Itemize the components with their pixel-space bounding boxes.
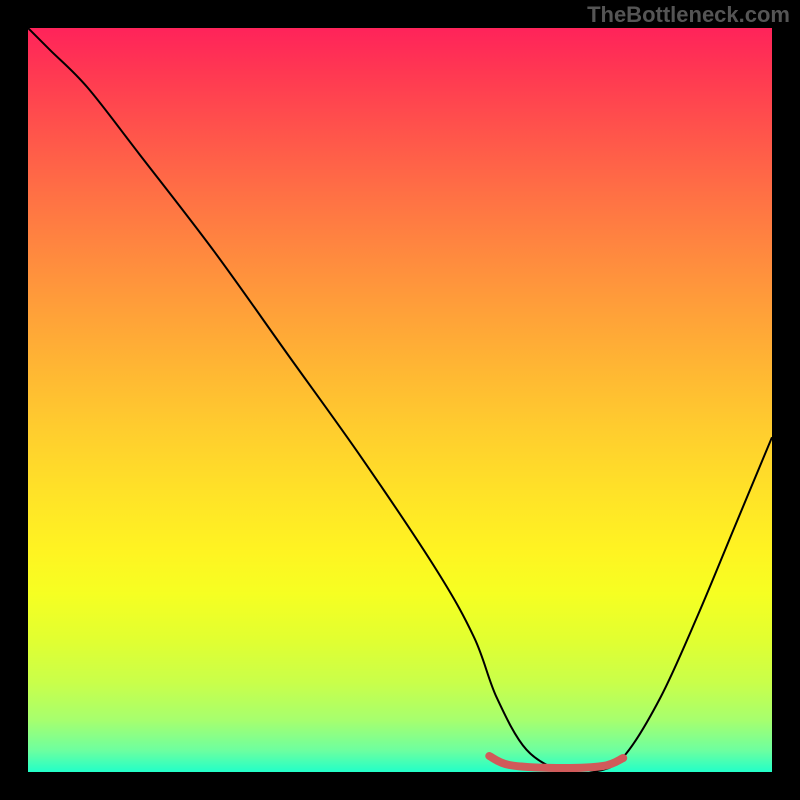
optimal-zone-highlight bbox=[489, 756, 623, 768]
plot-area bbox=[28, 28, 772, 772]
curve-svg bbox=[28, 28, 772, 772]
bottleneck-curve bbox=[28, 28, 772, 772]
chart-container: TheBottleneck.com bbox=[0, 0, 800, 800]
watermark-text: TheBottleneck.com bbox=[587, 2, 790, 28]
